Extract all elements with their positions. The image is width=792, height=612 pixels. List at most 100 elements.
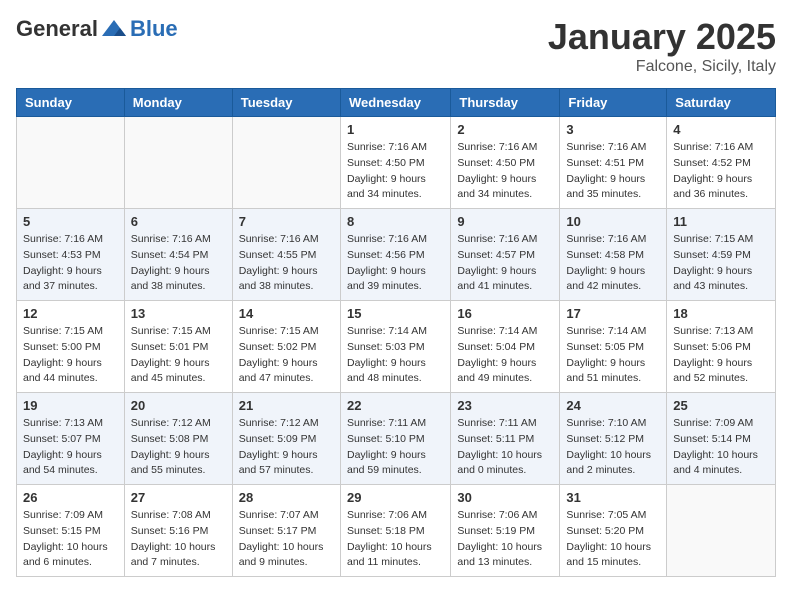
logo-icon [100,18,128,40]
calendar-day-cell [667,485,776,577]
day-info: Sunrise: 7:16 AMSunset: 4:57 PMDaylight:… [457,232,553,295]
day-info: Sunrise: 7:16 AMSunset: 4:55 PMDaylight:… [239,232,334,295]
day-number: 8 [347,214,444,229]
calendar-week-row: 19Sunrise: 7:13 AMSunset: 5:07 PMDayligh… [17,393,776,485]
calendar-day-cell: 24Sunrise: 7:10 AMSunset: 5:12 PMDayligh… [560,393,667,485]
logo-general: General [16,16,98,42]
day-number: 20 [131,398,226,413]
day-info: Sunrise: 7:16 AMSunset: 4:58 PMDaylight:… [566,232,660,295]
logo-blue: Blue [130,16,178,42]
weekday-header-monday: Monday [124,89,232,117]
calendar-day-cell: 21 Sunrise: 7:12 AMSunset: 5:09 PMDayligh… [232,393,340,485]
day-number: 2 [457,122,553,137]
calendar-day-cell: 14 Sunrise: 7:15 AMSunset: 5:02 PMDayligh… [232,301,340,393]
calendar-day-cell: 7Sunrise: 7:16 AMSunset: 4:55 PMDaylight… [232,209,340,301]
calendar-day-cell: 17 Sunrise: 7:14 AMSunset: 5:05 PMDayligh… [560,301,667,393]
calendar-day-cell: 6Sunrise: 7:16 AMSunset: 4:54 PMDaylight… [124,209,232,301]
logo: General Blue [16,16,178,42]
weekday-header-saturday: Saturday [667,89,776,117]
page-header: General Blue January 2025 Falcone, Sicil… [16,16,776,76]
calendar-day-cell: 19Sunrise: 7:13 AMSunset: 5:07 PMDayligh… [17,393,125,485]
day-number: 18 [673,306,769,321]
day-info: Sunrise: 7:06 AMSunset: 5:19 PMDaylight:… [457,508,553,571]
day-number: 29 [347,490,444,505]
day-info: Sunrise: 7:05 AMSunset: 5:20 PMDaylight:… [566,508,660,571]
day-info: Sunrise: 7:08 AMSunset: 5:16 PMDaylight:… [131,508,226,571]
weekday-header-sunday: Sunday [17,89,125,117]
calendar-day-cell: 18 Sunrise: 7:13 AMSunset: 5:06 PMDayligh… [667,301,776,393]
weekday-header-wednesday: Wednesday [340,89,450,117]
calendar-day-cell: 23 Sunrise: 7:11 AMSunset: 5:11 PMDayligh… [451,393,560,485]
calendar-day-cell: 26Sunrise: 7:09 AMSunset: 5:15 PMDayligh… [17,485,125,577]
day-number: 30 [457,490,553,505]
calendar-day-cell: 15 Sunrise: 7:14 AMSunset: 5:03 PMDayligh… [340,301,450,393]
day-info: Sunrise: 7:16 AMSunset: 4:53 PMDaylight:… [23,232,118,295]
day-number: 10 [566,214,660,229]
day-info: Sunrise: 7:06 AMSunset: 5:18 PMDaylight:… [347,508,444,571]
day-number: 15 [347,306,444,321]
calendar-day-cell: 5Sunrise: 7:16 AMSunset: 4:53 PMDaylight… [17,209,125,301]
calendar-day-cell: 30 Sunrise: 7:06 AMSunset: 5:19 PMDayligh… [451,485,560,577]
day-number: 21 [239,398,334,413]
day-number: 27 [131,490,226,505]
day-info: Sunrise: 7:16 AMSunset: 4:54 PMDaylight:… [131,232,226,295]
weekday-header-thursday: Thursday [451,89,560,117]
title-block: January 2025 Falcone, Sicily, Italy [548,16,776,76]
day-number: 14 [239,306,334,321]
calendar-day-cell: 10 Sunrise: 7:16 AMSunset: 4:58 PMDayligh… [560,209,667,301]
day-number: 31 [566,490,660,505]
day-number: 11 [673,214,769,229]
day-info: Sunrise: 7:12 AMSunset: 5:08 PMDaylight:… [131,416,226,479]
calendar-week-row: 12 Sunrise: 7:15 AMSunset: 5:00 PMDayligh… [17,301,776,393]
day-info: Sunrise: 7:12 AMSunset: 5:09 PMDaylight:… [239,416,334,479]
calendar-day-cell: 22 Sunrise: 7:11 AMSunset: 5:10 PMDayligh… [340,393,450,485]
calendar-day-cell: 29 Sunrise: 7:06 AMSunset: 5:18 PMDayligh… [340,485,450,577]
day-info: Sunrise: 7:09 AMSunset: 5:15 PMDaylight:… [23,508,118,571]
day-number: 17 [566,306,660,321]
calendar-day-cell: 1Sunrise: 7:16 AMSunset: 4:50 PMDaylight… [340,117,450,209]
day-info: Sunrise: 7:15 AMSunset: 5:02 PMDaylight:… [239,324,334,387]
calendar-day-cell: 16Sunrise: 7:14 AMSunset: 5:04 PMDayligh… [451,301,560,393]
calendar-day-cell: 27 Sunrise: 7:08 AMSunset: 5:16 PMDayligh… [124,485,232,577]
calendar-day-cell: 3Sunrise: 7:16 AMSunset: 4:51 PMDaylight… [560,117,667,209]
calendar-day-cell [232,117,340,209]
day-info: Sunrise: 7:13 AMSunset: 5:06 PMDaylight:… [673,324,769,387]
day-number: 12 [23,306,118,321]
calendar-day-cell: 20 Sunrise: 7:12 AMSunset: 5:08 PMDayligh… [124,393,232,485]
calendar-day-cell [124,117,232,209]
day-info: Sunrise: 7:15 AMSunset: 4:59 PMDaylight:… [673,232,769,295]
day-info: Sunrise: 7:11 AMSunset: 5:10 PMDaylight:… [347,416,444,479]
calendar-week-row: 26Sunrise: 7:09 AMSunset: 5:15 PMDayligh… [17,485,776,577]
day-number: 23 [457,398,553,413]
calendar-day-cell: 31 Sunrise: 7:05 AMSunset: 5:20 PMDayligh… [560,485,667,577]
day-info: Sunrise: 7:16 AMSunset: 4:56 PMDaylight:… [347,232,444,295]
day-info: Sunrise: 7:14 AMSunset: 5:03 PMDaylight:… [347,324,444,387]
weekday-header-tuesday: Tuesday [232,89,340,117]
day-number: 22 [347,398,444,413]
day-number: 25 [673,398,769,413]
calendar-day-cell: 13Sunrise: 7:15 AMSunset: 5:01 PMDayligh… [124,301,232,393]
day-number: 24 [566,398,660,413]
weekday-header-row: SundayMondayTuesdayWednesdayThursdayFrid… [17,89,776,117]
day-info: Sunrise: 7:16 AMSunset: 4:52 PMDaylight:… [673,140,769,203]
day-info: Sunrise: 7:14 AMSunset: 5:05 PMDaylight:… [566,324,660,387]
weekday-header-friday: Friday [560,89,667,117]
calendar-day-cell [17,117,125,209]
day-info: Sunrise: 7:16 AMSunset: 4:50 PMDaylight:… [457,140,553,203]
day-info: Sunrise: 7:09 AMSunset: 5:14 PMDaylight:… [673,416,769,479]
calendar-day-cell: 25 Sunrise: 7:09 AMSunset: 5:14 PMDayligh… [667,393,776,485]
day-info: Sunrise: 7:11 AMSunset: 5:11 PMDaylight:… [457,416,553,479]
day-info: Sunrise: 7:15 AMSunset: 5:01 PMDaylight:… [131,324,226,387]
calendar-title: January 2025 [548,16,776,58]
day-info: Sunrise: 7:16 AMSunset: 4:51 PMDaylight:… [566,140,660,203]
calendar-day-cell: 12 Sunrise: 7:15 AMSunset: 5:00 PMDayligh… [17,301,125,393]
day-info: Sunrise: 7:15 AMSunset: 5:00 PMDaylight:… [23,324,118,387]
calendar-day-cell: 9Sunrise: 7:16 AMSunset: 4:57 PMDaylight… [451,209,560,301]
day-info: Sunrise: 7:13 AMSunset: 5:07 PMDaylight:… [23,416,118,479]
day-info: Sunrise: 7:14 AMSunset: 5:04 PMDaylight:… [457,324,553,387]
calendar-day-cell: 2 Sunrise: 7:16 AMSunset: 4:50 PMDaylight… [451,117,560,209]
calendar-day-cell: 8 Sunrise: 7:16 AMSunset: 4:56 PMDaylight… [340,209,450,301]
day-number: 28 [239,490,334,505]
calendar-table: SundayMondayTuesdayWednesdayThursdayFrid… [16,88,776,577]
day-number: 4 [673,122,769,137]
